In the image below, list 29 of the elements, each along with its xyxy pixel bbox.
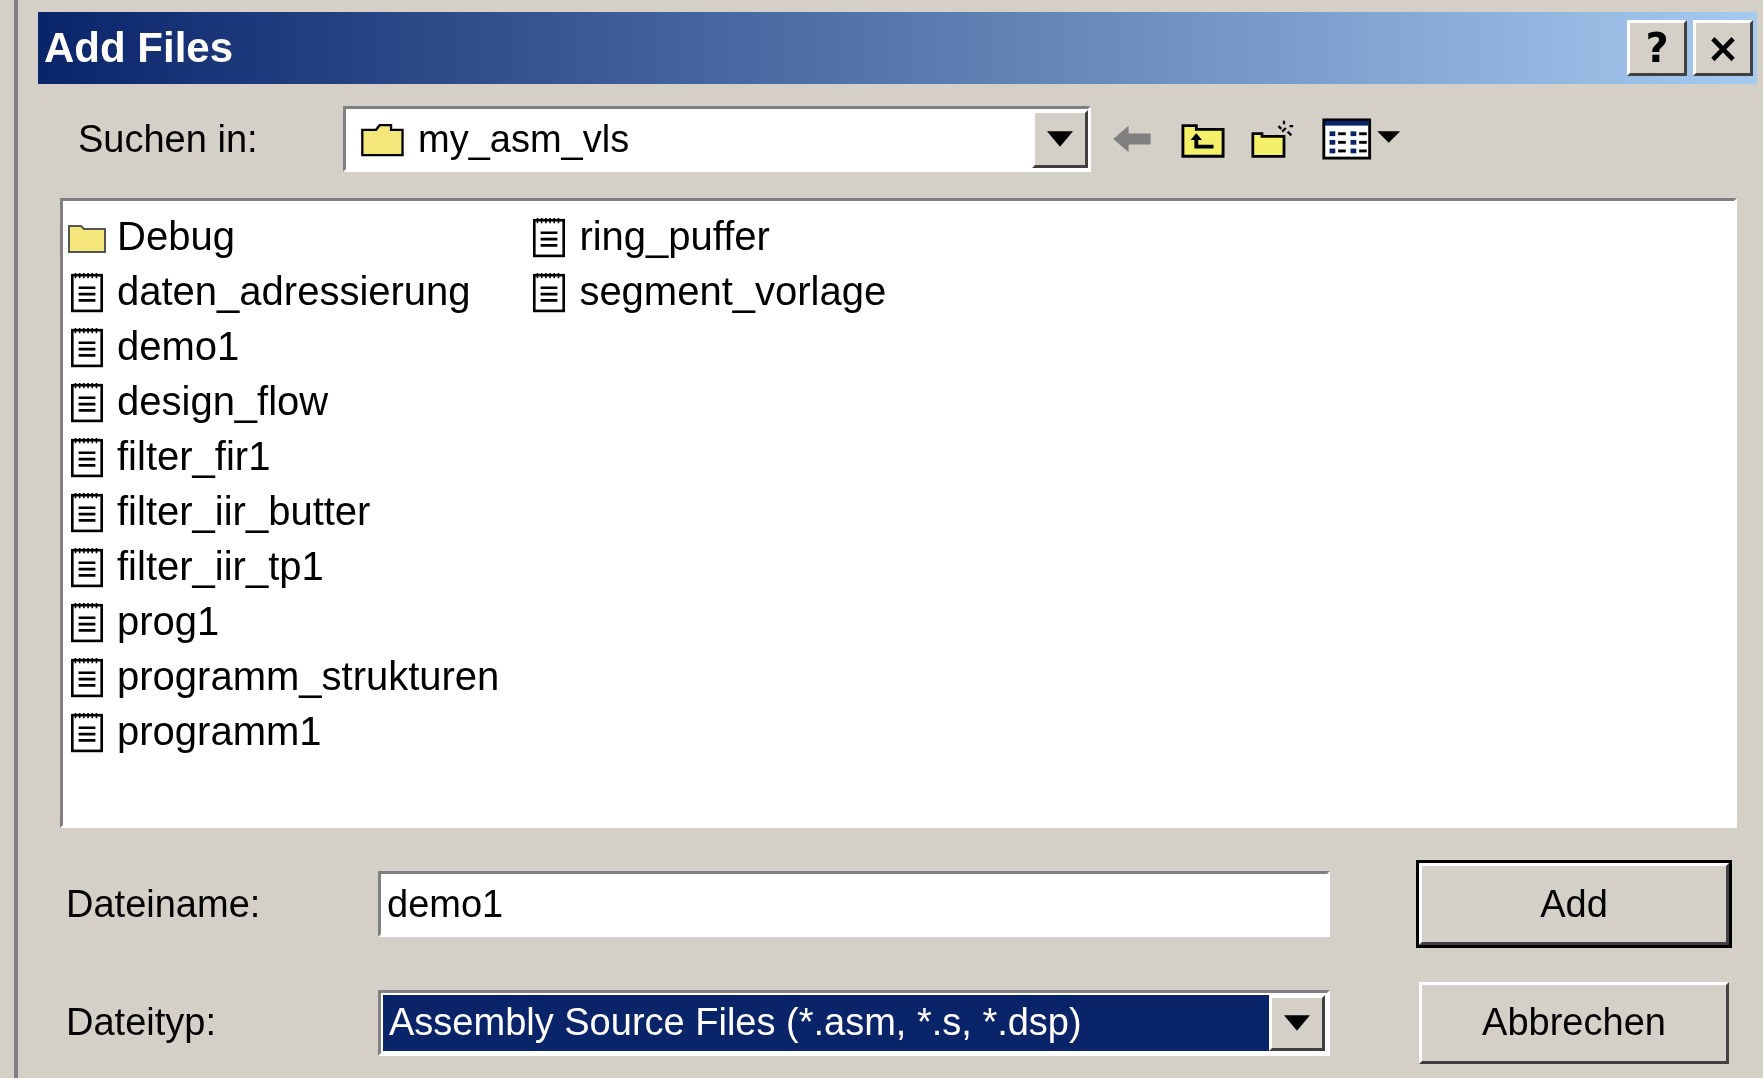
file-item[interactable]: segment_vorlage	[529, 264, 887, 319]
file-item[interactable]: programm1	[67, 704, 500, 759]
dropdown-button[interactable]	[1269, 994, 1325, 1051]
caret-icon	[1047, 131, 1073, 147]
look-in-dropdown[interactable]: my_asm_vls	[343, 106, 1091, 172]
file-name-field[interactable]: demo1	[378, 871, 1330, 937]
file-item[interactable]: daten_adressierung	[67, 264, 500, 319]
file-type-label: Dateityp:	[66, 1001, 217, 1044]
dropdown-button[interactable]	[1032, 110, 1088, 168]
file-item[interactable]: Debug	[67, 209, 500, 264]
close-button[interactable]: ×	[1693, 20, 1753, 76]
caret-icon	[1284, 1014, 1310, 1031]
file-name-label: Dateiname:	[66, 882, 262, 926]
file-item[interactable]: demo1	[67, 319, 500, 374]
new-folder-icon[interactable]	[1251, 118, 1295, 160]
file-item[interactable]: prog1	[67, 594, 500, 649]
file-item[interactable]: filter_iir_tp1	[67, 539, 500, 594]
help-button[interactable]: ?	[1627, 20, 1687, 76]
file-type-dropdown[interactable]: Assembly Source Files (*.asm, *.s, *.dsp)	[378, 989, 1330, 1056]
file-item[interactable]: programm_strukturen	[67, 649, 500, 704]
file-item[interactable]: filter_fir1	[67, 429, 500, 484]
add-button[interactable]: Add	[1419, 863, 1729, 945]
view-menu-icon[interactable]	[1321, 118, 1403, 160]
file-item[interactable]: design_flow	[67, 374, 500, 429]
look-in-label: Suchen in:	[78, 117, 259, 161]
cancel-button[interactable]: Abbrechen	[1419, 981, 1729, 1064]
window-title: Add Files	[44, 24, 234, 72]
file-item[interactable]: filter_iir_butter	[67, 484, 500, 539]
file-item[interactable]: ring_puffer	[529, 209, 887, 264]
